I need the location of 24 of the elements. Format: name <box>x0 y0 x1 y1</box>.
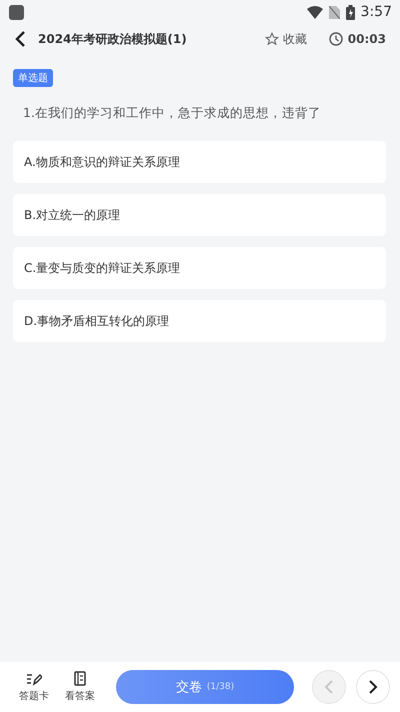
page-title: 2024年考研政治模拟题(1) <box>38 30 188 48</box>
battery-icon <box>346 4 355 20</box>
star-icon <box>264 32 279 46</box>
clock-time: 3:57 <box>360 4 392 20</box>
clock-icon <box>328 32 343 46</box>
next-button[interactable] <box>356 670 390 704</box>
no-sim-icon <box>328 6 340 18</box>
app-icon <box>9 4 24 20</box>
timer: 00:03 <box>348 32 386 46</box>
answer-option[interactable]: C.量变与质变的辩证关系原理 <box>13 247 386 289</box>
chevron-left-icon <box>324 680 334 694</box>
notebook-icon <box>74 671 86 686</box>
question-text: 1.在我们的学习和工作中，急于求成的思想，违背了 <box>23 105 322 122</box>
answer-card-button[interactable]: 答题卡 <box>16 672 52 702</box>
view-answer-button[interactable]: 看答案 <box>62 671 98 703</box>
favorite-button[interactable]: 收藏 <box>264 30 307 48</box>
wifi-icon <box>306 6 323 18</box>
answer-option[interactable]: B.对立统一的原理 <box>13 194 386 236</box>
pencil-list-icon <box>26 672 42 686</box>
answer-option[interactable]: D.事物矛盾相互转化的原理 <box>13 300 386 342</box>
answer-option[interactable]: A.物质和意识的辩证关系原理 <box>13 141 386 183</box>
question-type-tag: 单选题 <box>13 69 53 87</box>
back-button[interactable] <box>14 31 28 47</box>
chevron-right-icon <box>368 680 378 694</box>
